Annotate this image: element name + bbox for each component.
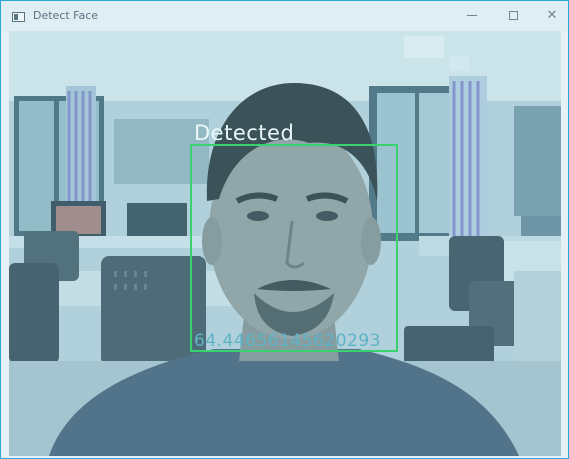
minimize-button[interactable] <box>458 5 486 27</box>
face-bounding-box <box>190 144 398 352</box>
app-window-icon <box>12 12 25 22</box>
detection-label: Detected <box>194 121 295 145</box>
title-bar[interactable]: Detect Face ✕ <box>1 1 568 31</box>
close-button[interactable]: ✕ <box>538 5 566 27</box>
close-icon: ✕ <box>546 8 558 23</box>
detection-confidence: 64.44656145620293 <box>194 331 381 351</box>
minimize-icon <box>467 15 477 16</box>
app-window: Detect Face ✕ Detected 64.44656145620293 <box>0 0 569 459</box>
maximize-icon <box>508 11 518 20</box>
maximize-button[interactable] <box>499 5 527 27</box>
camera-feed: Detected 64.44656145620293 <box>9 31 561 456</box>
window-title: Detect Face <box>33 9 99 22</box>
